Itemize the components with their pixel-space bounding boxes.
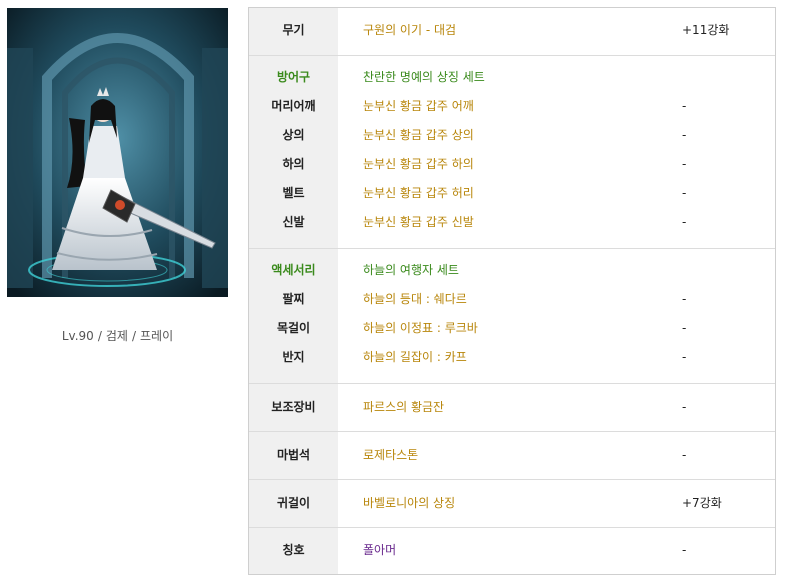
character-portrait [7,8,228,297]
armor-row-enhance: - [682,186,687,200]
accessory-set-row: 액세서리 하늘의 여행자 세트 [249,256,775,285]
armor-row-item[interactable]: 눈부신 황금 갑주 신발 [363,208,474,237]
earring-enhance: +7강화 [682,496,722,510]
earring-label: 귀걸이 [276,496,311,510]
sub-equipment-label: 보조장비 [271,400,316,414]
accessory-row-item[interactable]: 하늘의 길잡이 : 카프 [363,343,467,372]
armor-set-row: 방어구 찬란한 명예의 상징 세트 [249,63,775,92]
earring-section: 귀걸이 바벨로니아의 상징 +7강화 [249,480,775,528]
armor-section: 방어구 찬란한 명예의 상징 세트 머리어깨 눈부신 황금 갑주 어깨 - 상의… [249,56,775,249]
accessory-row-item[interactable]: 하늘의 등대 : 쉐다르 [363,285,467,314]
accessory-section: 액세서리 하늘의 여행자 세트 팔찌 하늘의 등대 : 쉐다르 - 목걸이 하늘… [249,249,775,384]
sub-equipment-section: 보조장비 파르스의 황금잔 - [249,384,775,432]
armor-row-top: 상의 눈부신 황금 갑주 상의 - [249,121,775,150]
armor-row-item[interactable]: 눈부신 황금 갑주 어깨 [363,92,474,121]
accessory-row-enhance: - [682,292,687,306]
armor-label: 방어구 [276,70,311,84]
accessory-row-label: 반지 [282,350,305,364]
equipment-table: 무기 구원의 이기 - 대검 +11강화 방어구 찬란한 명예의 상징 세트 머… [248,7,776,575]
accessory-row-necklace: 목걸이 하늘의 이정표 : 루크바 - [249,314,775,343]
armor-row-item[interactable]: 눈부신 황금 갑주 상의 [363,121,474,150]
separator: / [131,329,136,343]
armor-row-enhance: - [682,99,687,113]
weapon-section: 무기 구원의 이기 - 대검 +11강화 [249,8,775,56]
accessory-row-bracelet: 팔찌 하늘의 등대 : 쉐다르 - [249,285,775,314]
armor-row-enhance: - [682,128,687,142]
title-section: 칭호 폴아머 - [249,528,775,574]
accessory-row-label: 목걸이 [276,321,311,335]
armor-row-label: 머리어깨 [271,99,316,113]
armor-row-shoulder: 머리어깨 눈부신 황금 갑주 어깨 - [249,92,775,121]
earring-item[interactable]: 바벨로니아의 상징 [363,489,455,518]
accessory-row-label: 팔찌 [282,292,305,306]
armor-row-belt: 벨트 눈부신 황금 갑주 허리 - [249,179,775,208]
sub-equipment-row: 보조장비 파르스의 황금잔 - [249,393,775,422]
accessory-row-enhance: - [682,350,687,364]
armor-row-shoes: 신발 눈부신 황금 갑주 신발 - [249,208,775,237]
weapon-item[interactable]: 구원의 이기 - 대검 [363,16,456,45]
earring-row: 귀걸이 바벨로니아의 상징 +7강화 [249,489,775,518]
magic-stone-row: 마법석 로제타스톤 - [249,441,775,470]
sub-equipment-item[interactable]: 파르스의 황금잔 [363,393,444,422]
accessory-row-item[interactable]: 하늘의 이정표 : 루크바 [363,314,478,343]
armor-row-item[interactable]: 눈부신 황금 갑주 허리 [363,179,474,208]
sub-equipment-enhance: - [682,400,687,414]
accessory-label: 액세서리 [271,263,316,277]
title-row: 칭호 폴아머 - [249,536,775,565]
magic-stone-section: 마법석 로제타스톤 - [249,432,775,480]
armor-row-label: 하의 [282,157,305,171]
magic-stone-item[interactable]: 로제타스톤 [363,441,418,470]
weapon-label: 무기 [282,23,305,37]
armor-row-item[interactable]: 눈부신 황금 갑주 하의 [363,150,474,179]
accessory-row-enhance: - [682,321,687,335]
weapon-enhance: +11강화 [682,23,730,37]
armor-row-label: 신발 [282,215,305,229]
armor-row-label: 상의 [282,128,305,142]
accessory-set-name[interactable]: 하늘의 여행자 세트 [363,256,459,285]
magic-stone-enhance: - [682,448,687,462]
character-name: 프레이 [140,329,174,343]
armor-row-label: 벨트 [282,186,305,200]
character-level: Lv.90 [61,329,94,343]
armor-row-bottom: 하의 눈부신 황금 갑주 하의 - [249,150,775,179]
character-job: 검제 [105,329,128,343]
armor-row-enhance: - [682,215,687,229]
title-item[interactable]: 폴아머 [363,536,396,565]
character-info: Lv.90/검제 / 프레이 [7,327,228,344]
accessory-row-ring: 반지 하늘의 길잡이 : 카프 - [249,343,775,372]
armor-row-enhance: - [682,157,687,171]
armor-set-name[interactable]: 찬란한 명예의 상징 세트 [363,63,485,92]
title-label: 칭호 [282,543,305,557]
title-enhance: - [682,543,687,557]
weapon-row: 무기 구원의 이기 - 대검 +11강화 [249,16,775,45]
separator: / [97,329,102,343]
magic-stone-label: 마법석 [276,448,311,462]
